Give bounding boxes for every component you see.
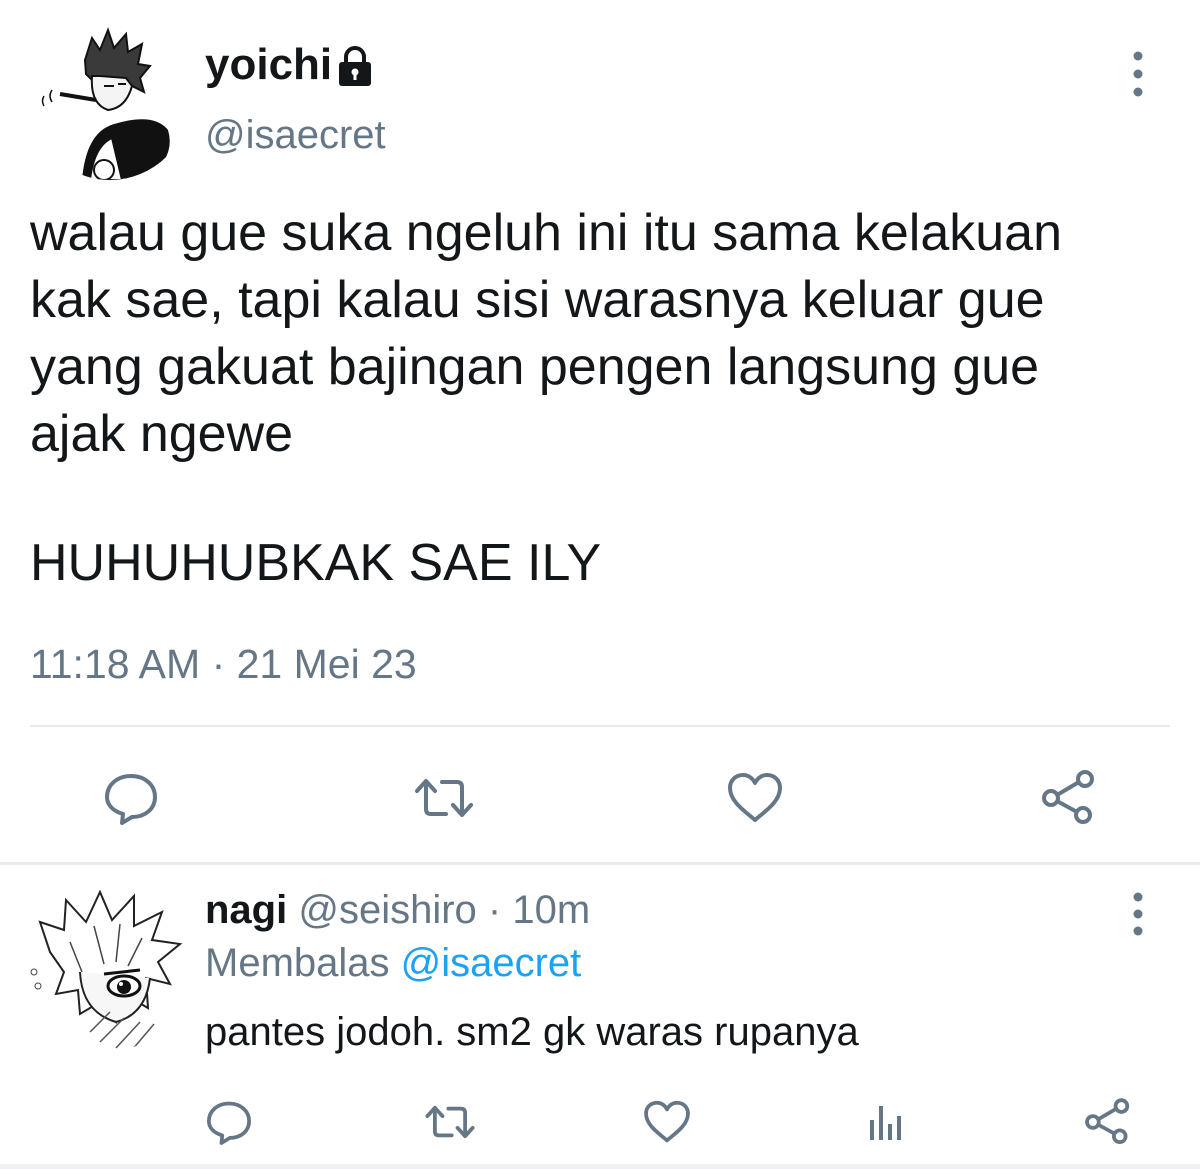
share-icon[interactable] [1082,1096,1134,1148]
avatar[interactable] [20,882,190,1052]
like-icon[interactable] [641,1096,693,1148]
display-name[interactable]: nagi [205,888,287,932]
avatar-drawing [20,882,190,1052]
replying-to: Membalas @isaecret [205,941,581,986]
retweet-icon[interactable] [424,1096,476,1148]
more-vertical-icon[interactable] [1118,890,1158,938]
avatar-drawing [30,20,190,180]
tweet-text-line: yang gakuat bajingan pengen langsung gue [30,338,1040,396]
tweet-text-line: ajak ngewe [30,405,294,463]
replying-to-handle-link[interactable]: @isaecret [401,941,582,985]
replying-to-label: Membalas [205,941,401,985]
like-icon[interactable] [724,767,786,829]
tweet-text: walau gue suka ngeluh ini itu sama kelak… [30,200,1180,468]
reply-handle-time[interactable]: @seishiro · 10m [287,888,590,932]
reply-icon[interactable] [203,1096,255,1148]
tweet-text-shout: HUHUHUBKAK SAE ILY [30,534,602,592]
divider [30,725,1170,727]
tweet-timestamp[interactable]: 11:18 AM · 21 Mei 23 [30,641,417,688]
user-handle[interactable]: @isaecret [205,113,386,158]
lock-icon [332,43,378,89]
avatar[interactable] [30,20,190,180]
reply-text: pantes jodoh. sm2 gk waras rupanya [205,1010,859,1054]
tweet-text-line: walau gue suka ngeluh ini itu sama kelak… [30,204,1063,262]
reply-header: nagi @seishiro · 10m [205,888,590,933]
more-vertical-icon[interactable] [1118,48,1158,100]
divider [0,862,1200,865]
analytics-icon[interactable] [861,1096,913,1148]
display-name[interactable]: yoichi [205,40,332,90]
tweet-text-line: kak sae, tapi kalau sisi warasnya keluar… [30,271,1045,329]
retweet-icon[interactable] [413,767,475,829]
share-icon[interactable] [1038,767,1100,829]
reply-icon[interactable] [100,767,162,829]
divider [0,1164,1200,1169]
